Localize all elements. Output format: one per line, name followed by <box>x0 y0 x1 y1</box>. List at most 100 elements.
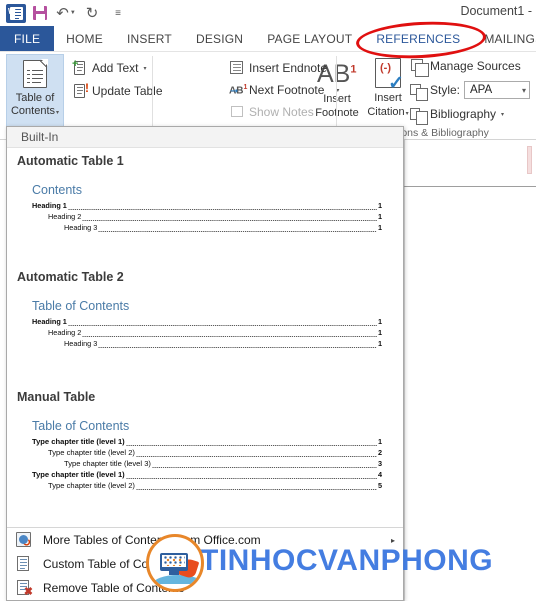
toc-entry-page: 2 <box>377 448 382 457</box>
toc-row: Heading 1 1 <box>32 200 382 211</box>
toc-entry-page: 5 <box>377 481 382 490</box>
citation-style-dropdown[interactable]: APA ▾ <box>464 81 531 99</box>
page-top-edge <box>404 186 536 187</box>
insert-endnote-button[interactable]: Insert Endnote <box>229 60 327 76</box>
toc-entry-text: Type chapter title (level 3) <box>64 459 151 468</box>
table-of-contents-button[interactable]: Table of Contents▾ <box>6 54 64 132</box>
tab-file[interactable]: FILE <box>0 26 55 51</box>
custom-toc-icon <box>15 556 33 572</box>
toc-row: Heading 2 1 <box>32 211 382 222</box>
tab-mailings[interactable]: MAILINGS <box>472 26 536 51</box>
insert-endnote-icon <box>229 60 245 76</box>
toc-entry-page: 1 <box>377 317 382 326</box>
toc-entry-text: Type chapter title (level 2) <box>48 448 135 457</box>
manage-sources-button[interactable]: Manage Sources <box>410 58 521 77</box>
toc-entry-page: 3 <box>377 459 382 468</box>
toc-preview: Table of Contents Type chapter title (le… <box>21 410 393 500</box>
toc-entry-page: 4 <box>377 470 382 479</box>
chevron-down-icon[interactable]: ▾ <box>143 65 146 72</box>
citation-style-row: Style: APA ▾ <box>410 81 531 101</box>
toc-entry-page: 1 <box>377 437 382 446</box>
office-online-icon: ↻ <box>15 532 33 549</box>
preview-heading: Table of Contents <box>32 419 130 433</box>
insert-citation-icon: (-) ✓ <box>375 58 404 93</box>
bibliography-button[interactable]: Bibliography ▾ <box>410 106 504 125</box>
table-of-contents-gallery[interactable]: Built-In Automatic Table 1 Contents Head… <box>6 126 404 601</box>
remove-toc-icon: ✖ <box>15 580 33 598</box>
toc-entry-text: Heading 1 <box>32 317 67 326</box>
toc-entry-text: Type chapter title (level 1) <box>32 437 125 446</box>
toc-entry-page: 1 <box>377 201 382 210</box>
insert-citation-text: Citation <box>367 106 405 118</box>
toc-entry-text: Heading 1 <box>32 201 67 210</box>
tab-references[interactable]: REFERENCES <box>364 26 473 51</box>
toc-entry-text: Heading 2 <box>48 212 82 221</box>
show-notes-icon <box>229 104 245 120</box>
manage-sources-icon <box>410 58 429 77</box>
add-text-button[interactable]: + Add Text ▾ <box>72 59 147 76</box>
tab-home[interactable]: HOME <box>54 26 115 51</box>
word-icon[interactable]: W <box>6 3 26 23</box>
leader-dots <box>67 324 377 326</box>
customize-quick-access-toolbar-icon[interactable]: ≡ <box>106 2 130 24</box>
manage-sources-label: Manage Sources <box>430 59 521 73</box>
gallery-item-manual-table[interactable]: Manual Table Table of Contents Type chap… <box>7 384 403 500</box>
toc-entry-text: Type chapter title (level 1) <box>32 470 125 479</box>
leader-dots <box>135 455 377 457</box>
add-text-label: Add Text <box>92 61 139 75</box>
undo-icon[interactable]: ↶ ▼ <box>54 2 78 24</box>
toc-button-label-line2: Contents▾ <box>11 105 59 120</box>
toc-entry-text: Type chapter title (level 2) <box>48 481 135 490</box>
document-title: Document1 - <box>460 4 532 18</box>
next-footnote-label: Next Footnote <box>249 83 325 97</box>
toc-entry-text: Heading 3 <box>64 339 98 348</box>
show-notes-label: Show Notes <box>249 105 314 119</box>
gallery-item-title: Automatic Table 1 <box>17 154 124 168</box>
leader-dots <box>82 219 377 221</box>
tab-insert[interactable]: INSERT <box>115 26 184 51</box>
update-table-button[interactable]: ! Update Table <box>72 82 163 99</box>
save-icon[interactable] <box>28 2 52 24</box>
style-icon <box>410 82 428 101</box>
ruler-indent-marker[interactable] <box>527 146 532 174</box>
chevron-down-icon[interactable]: ▾ <box>406 111 409 117</box>
menu-item-remove-table-of-contents[interactable]: ✖ Remove Table of Contents <box>7 576 403 600</box>
quick-access-toolbar: W ↶ ▼ ↻ ≡ <box>6 2 130 24</box>
chevron-down-icon[interactable]: ▾ <box>522 86 526 95</box>
bibliography-icon <box>410 106 428 125</box>
insert-citation-label-line2: Citation▾ <box>367 105 408 121</box>
toc-button-label-line1: Table of <box>15 92 55 104</box>
next-footnote-icon: AB1 ➞ <box>229 84 248 97</box>
toc-entry-page: 1 <box>377 223 382 232</box>
toc-entry-page: 1 <box>377 328 382 337</box>
page-left-edge <box>404 140 405 601</box>
preview-heading: Contents <box>32 183 83 197</box>
tab-page-layout[interactable]: PAGE LAYOUT <box>255 26 364 51</box>
leader-dots <box>125 444 377 446</box>
bibliography-label: Bibliography <box>430 107 497 121</box>
gallery-item-automatic-table-2[interactable]: Automatic Table 2 Table of Contents Head… <box>7 264 403 358</box>
chevron-down-icon[interactable]: ▾ <box>501 111 504 118</box>
toc-row: Heading 3 1 <box>32 338 382 349</box>
ribbon-tab-strip: FILE HOME INSERT DESIGN PAGE LAYOUT REFE… <box>0 26 536 52</box>
tab-design[interactable]: DESIGN <box>184 26 255 51</box>
redo-icon[interactable]: ↻ <box>80 2 104 24</box>
insert-endnote-label: Insert Endnote <box>249 61 328 75</box>
leader-dots <box>82 335 377 337</box>
leader-dots <box>151 466 377 468</box>
leader-dots <box>98 230 377 232</box>
tinhocvanphong-logo <box>146 534 204 592</box>
chevron-down-icon[interactable]: ▾ <box>56 110 59 116</box>
add-text-icon: + <box>72 59 88 76</box>
toc-row: Heading 2 1 <box>32 327 382 338</box>
leader-dots <box>98 346 377 348</box>
next-footnote-button[interactable]: AB1 ➞ Next Footnote ▾ <box>229 82 339 98</box>
update-table-icon: ! <box>72 82 89 99</box>
gallery-section-header: Built-In <box>7 127 403 148</box>
toc-row: Heading 1 1 <box>32 316 382 327</box>
toc-entry-page: 1 <box>377 212 382 221</box>
gallery-item-automatic-table-1[interactable]: Automatic Table 1 Contents Heading 1 1 H… <box>7 148 403 242</box>
toc-entry-text: Heading 3 <box>64 223 98 232</box>
toc-preview: Contents Heading 1 1 Heading 2 1 Heading… <box>21 174 393 242</box>
gallery-item-title: Automatic Table 2 <box>17 270 124 284</box>
